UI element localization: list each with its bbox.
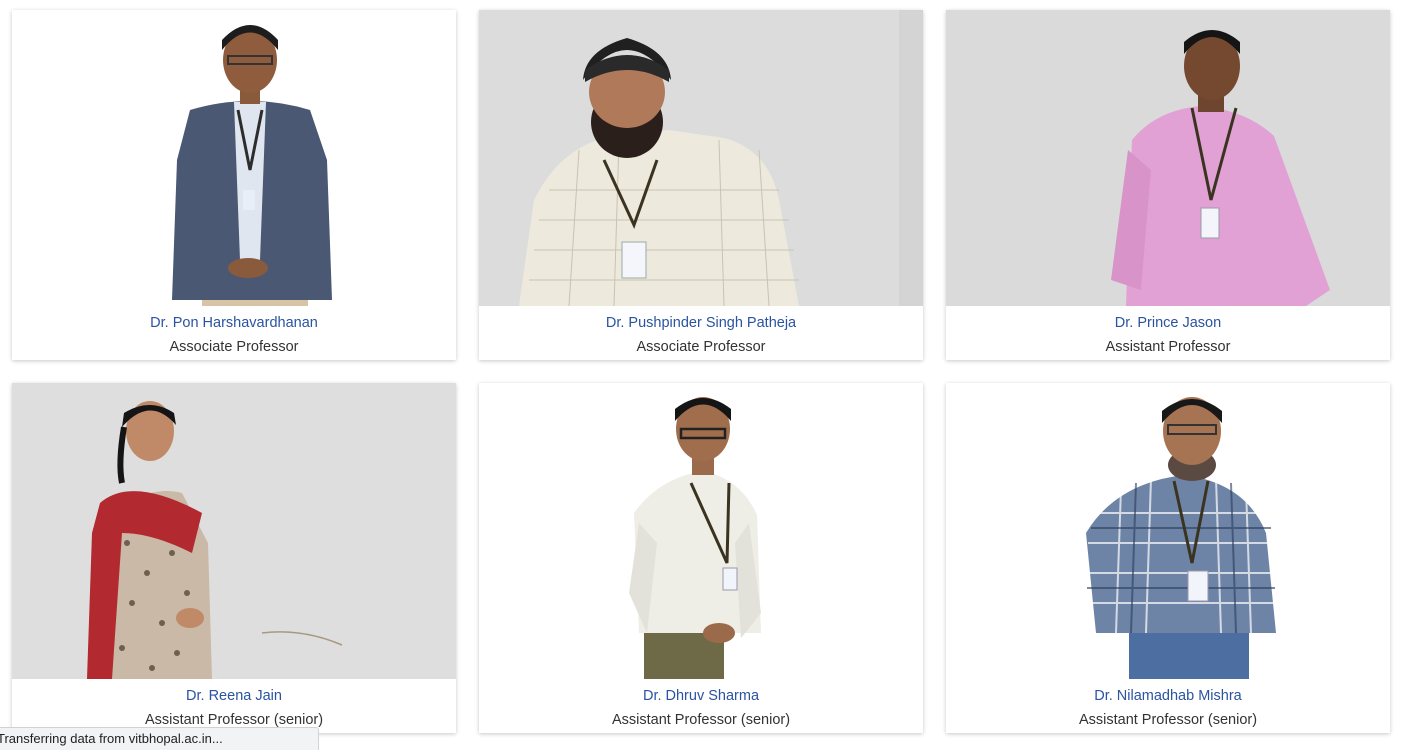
faculty-grid: Dr. Pon Harshavardhanan Associate Profes… <box>0 0 1405 750</box>
browser-status-bar: Transferring data from vitbhopal.ac.in..… <box>0 727 319 750</box>
faculty-card[interactable]: Dr. Pon Harshavardhanan Associate Profes… <box>12 10 456 360</box>
faculty-photo[interactable] <box>946 10 1390 306</box>
faculty-designation: Assistant Professor (senior) <box>1078 712 1258 728</box>
faculty-name[interactable]: Dr. Reena Jain <box>12 687 456 705</box>
faculty-name[interactable]: Dr. Prince Jason <box>946 314 1390 332</box>
faculty-name[interactable]: Dr. Pon Harshavardhanan <box>12 314 456 332</box>
faculty-photo[interactable] <box>479 383 923 679</box>
faculty-designation: Assistant Professor <box>1105 339 1231 355</box>
faculty-designation: Associate Professor <box>636 339 766 355</box>
faculty-photo[interactable] <box>946 383 1390 679</box>
faculty-card[interactable]: Dr. Prince Jason Assistant Professor <box>946 10 1390 360</box>
faculty-card[interactable]: Dr. Nilamadhab Mishra Assistant Professo… <box>946 383 1390 733</box>
faculty-designation: Associate Professor <box>169 339 299 355</box>
faculty-photo[interactable] <box>12 383 456 679</box>
faculty-name[interactable]: Dr. Dhruv Sharma <box>479 687 923 705</box>
faculty-photo[interactable] <box>479 10 923 306</box>
faculty-designation: Assistant Professor (senior) <box>611 712 791 728</box>
faculty-name[interactable]: Dr. Nilamadhab Mishra <box>946 687 1390 705</box>
faculty-card[interactable]: Dr. Dhruv Sharma Assistant Professor (se… <box>479 383 923 733</box>
faculty-card[interactable]: Dr. Pushpinder Singh Patheja Associate P… <box>479 10 923 360</box>
faculty-card[interactable]: Dr. Reena Jain Assistant Professor (seni… <box>12 383 456 733</box>
faculty-name[interactable]: Dr. Pushpinder Singh Patheja <box>479 314 923 332</box>
faculty-photo[interactable] <box>12 10 456 306</box>
